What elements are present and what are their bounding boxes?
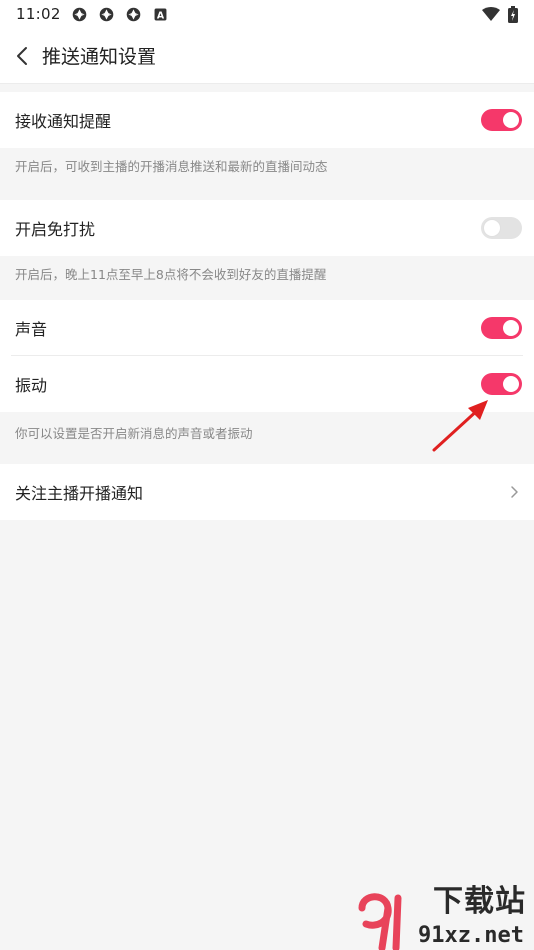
battery-icon xyxy=(508,5,518,23)
app-notification-icon xyxy=(98,6,115,23)
vibration-toggle[interactable] xyxy=(481,373,522,395)
page-title: 推送通知设置 xyxy=(42,46,157,68)
status-left: 11:02 A xyxy=(16,5,169,23)
app-notification-icon xyxy=(125,6,142,23)
svg-text:A: A xyxy=(157,10,165,21)
toggle-knob xyxy=(484,220,500,236)
follow-anchor-row[interactable]: 关注主播开播通知 xyxy=(0,464,534,520)
toggle-knob xyxy=(503,320,519,336)
toggle-knob xyxy=(503,376,519,392)
a-badge-icon: A xyxy=(152,6,169,23)
receive-notification-hint: 开启后，可收到主播的开播消息推送和最新的直播间动态 xyxy=(15,158,328,174)
chevron-left-icon xyxy=(17,46,27,65)
wifi-icon xyxy=(482,6,500,22)
status-right xyxy=(482,5,518,23)
dnd-row[interactable]: 开启免打扰 xyxy=(0,200,534,256)
sound-toggle[interactable] xyxy=(481,317,522,339)
watermark-text-bottom: 91xz.net xyxy=(418,923,524,948)
watermark-text-top: 下载站 xyxy=(433,884,526,919)
sound-label: 声音 xyxy=(15,320,48,339)
app-notification-icon xyxy=(71,6,88,23)
toggle-knob xyxy=(503,112,519,128)
dnd-toggle[interactable] xyxy=(481,217,522,239)
receive-notification-toggle[interactable] xyxy=(481,109,522,131)
page-header: 推送通知设置 xyxy=(0,28,534,84)
sound-row[interactable]: 声音 xyxy=(0,300,534,356)
status-bar: 11:02 A xyxy=(0,0,534,28)
status-time: 11:02 xyxy=(16,5,61,23)
watermark-logo: 下载站 91xz.net xyxy=(350,884,530,950)
annotation-arrow-icon xyxy=(432,400,488,452)
dnd-hint: 开启后，晚上11点至早上8点将不会收到好友的直播提醒 xyxy=(15,266,327,282)
vibration-label: 振动 xyxy=(15,376,48,395)
dnd-label: 开启免打扰 xyxy=(15,220,96,239)
back-button[interactable] xyxy=(2,28,42,84)
receive-notification-row[interactable]: 接收通知提醒 xyxy=(0,92,534,148)
chevron-right-icon xyxy=(511,486,518,498)
follow-anchor-label: 关注主播开播通知 xyxy=(15,484,144,503)
watermark-91-icon xyxy=(358,893,402,950)
receive-notification-label: 接收通知提醒 xyxy=(15,112,112,131)
